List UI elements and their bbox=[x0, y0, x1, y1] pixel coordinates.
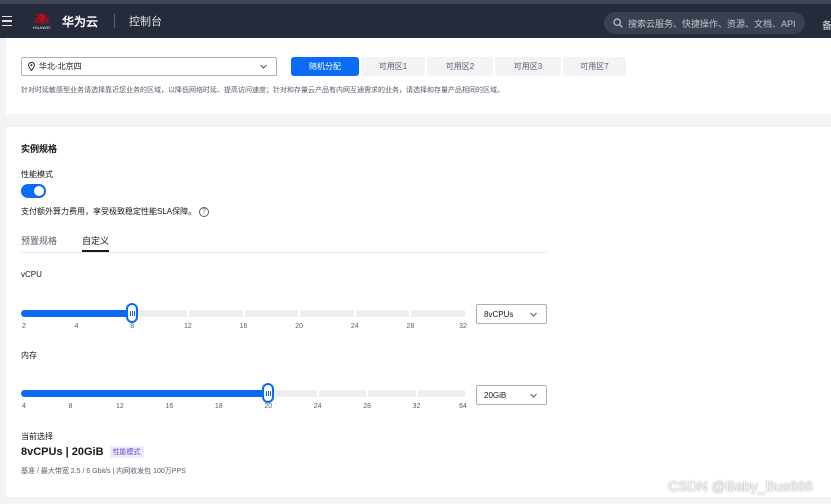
vcpu-tick-label: 20 bbox=[295, 323, 304, 330]
perf-mode-description: 支付额外算力费用，享受极致稳定性能SLA保障。 ? bbox=[21, 206, 210, 217]
memory-slider-handle[interactable] bbox=[262, 383, 275, 403]
vcpu-slider-segment[interactable] bbox=[188, 310, 243, 317]
memory-label: 内存 bbox=[21, 351, 37, 360]
memory-tick-label: 18 bbox=[214, 403, 223, 410]
memory-tick-label: 20 bbox=[264, 403, 273, 410]
az-button-3[interactable]: 可用区3 bbox=[495, 57, 561, 76]
region-value: 华北-北京四 bbox=[39, 62, 82, 71]
vcpu-slider-segment[interactable] bbox=[133, 310, 187, 317]
memory-tick-label: 12 bbox=[115, 403, 124, 410]
huawei-logo[interactable]: HUAWEI bbox=[32, 12, 52, 30]
memory-dropdown-value: 20GiB bbox=[484, 390, 507, 400]
vcpu-tick-label: 12 bbox=[183, 323, 192, 330]
vcpu-slider-fill bbox=[21, 310, 133, 317]
console-link[interactable]: 控制台 bbox=[129, 13, 162, 29]
vcpu-slider-segment[interactable] bbox=[355, 310, 410, 317]
perf-mode-label: 性能模式 bbox=[21, 170, 53, 179]
search-icon bbox=[613, 18, 623, 28]
current-selection: 8vCPUs | 20GiB 性能模式 bbox=[21, 446, 144, 458]
chevron-down-icon bbox=[530, 393, 537, 398]
active-tab-indicator bbox=[82, 250, 109, 252]
top-navigation-bar: HUAWEI 华为云 控制台 搜索云服务、快捷操作、资源、文档、API 备 bbox=[0, 0, 831, 38]
vcpu-slider-handle[interactable] bbox=[126, 303, 139, 323]
search-placeholder: 搜索云服务、快捷操作、资源、文档、API bbox=[628, 18, 796, 29]
vcpu-tick-label: 24 bbox=[350, 323, 359, 330]
search-input[interactable]: 搜索云服务、快捷操作、资源、文档、API bbox=[604, 12, 805, 34]
vcpu-slider-segment[interactable] bbox=[244, 310, 299, 317]
vcpu-dropdown[interactable]: 8vCPUs bbox=[476, 304, 547, 324]
divider bbox=[114, 14, 116, 28]
memory-tick-label: 28 bbox=[363, 403, 372, 410]
region-card: 华北-北京四 随机分配 可用区1 可用区2 可用区3 可用区7 针对时延敏感型业… bbox=[6, 38, 831, 114]
memory-dropdown[interactable]: 20GiB bbox=[476, 385, 547, 405]
instance-spec-card: 实例规格 性能模式 支付额外算力费用，享受极致稳定性能SLA保障。 ? 预置规格… bbox=[6, 127, 831, 497]
memory-slider-segment[interactable] bbox=[269, 390, 317, 397]
logo-wordmark: HUAWEI bbox=[33, 25, 51, 30]
memory-tick-label: 64 bbox=[459, 403, 467, 410]
tabs-divider bbox=[21, 252, 547, 253]
vcpu-slider-segment[interactable] bbox=[300, 310, 354, 317]
memory-slider[interactable] bbox=[21, 383, 466, 403]
vcpu-tick-label: 4 bbox=[74, 323, 79, 330]
vcpu-slider[interactable] bbox=[21, 303, 466, 323]
memory-slider-segment[interactable] bbox=[368, 390, 416, 397]
memory-tick-label: 24 bbox=[313, 403, 322, 410]
vcpu-tick-label: 32 bbox=[459, 323, 467, 330]
brand-name[interactable]: 华为云 bbox=[62, 13, 98, 30]
memory-tick-label: 32 bbox=[412, 403, 421, 410]
section-title: 实例规格 bbox=[21, 144, 58, 154]
perf-mode-toggle[interactable] bbox=[21, 184, 46, 198]
perf-desc-text: 支付额外算力费用，享受极致稳定性能SLA保障。 bbox=[21, 207, 197, 216]
az-button-1[interactable]: 可用区1 bbox=[361, 57, 425, 76]
menu-icon[interactable] bbox=[2, 15, 20, 27]
tab-custom[interactable]: 自定义 bbox=[82, 234, 109, 247]
vcpu-slider-segment[interactable] bbox=[411, 310, 465, 317]
vcpu-label: vCPU bbox=[21, 270, 42, 279]
help-icon[interactable]: ? bbox=[199, 206, 210, 217]
location-pin-icon bbox=[28, 62, 35, 71]
memory-slider-segment[interactable] bbox=[417, 390, 465, 397]
region-tip: 针对时延敏感型业务请选择靠近您业务的区域，以降低网络时延、提高访问速度；针对和存… bbox=[21, 87, 504, 94]
chevron-down-icon bbox=[530, 312, 537, 317]
bandwidth-detail: 基准 / 最大带宽 2.5 / 6 Gbit/s | 内网收发包 100万PPS bbox=[21, 468, 186, 475]
tab-preset[interactable]: 预置规格 bbox=[21, 234, 57, 247]
memory-slider-fill bbox=[21, 390, 269, 397]
memory-tick-label: 4 bbox=[22, 403, 26, 410]
vcpu-tick-label: 16 bbox=[239, 323, 248, 330]
memory-slider-segment[interactable] bbox=[318, 390, 367, 397]
perf-mode-badge: 性能模式 bbox=[109, 446, 144, 458]
vcpu-dropdown-value: 8vCPUs bbox=[484, 309, 514, 319]
region-select[interactable]: 华北-北京四 bbox=[21, 57, 277, 76]
vcpu-tick-label: 2 bbox=[22, 323, 26, 330]
current-selection-summary: 8vCPUs | 20GiB bbox=[21, 446, 104, 458]
chevron-down-icon bbox=[260, 64, 267, 69]
watermark: CSDN @Baby_Bus666 bbox=[668, 478, 813, 494]
memory-tick-label: 16 bbox=[165, 403, 174, 410]
vcpu-tick-label: 28 bbox=[406, 323, 415, 330]
current-selection-label: 当前选择 bbox=[21, 432, 53, 441]
az-button-7[interactable]: 可用区7 bbox=[563, 57, 626, 76]
vcpu-tick-label: 8 bbox=[130, 323, 135, 330]
az-button-random[interactable]: 随机分配 bbox=[291, 57, 359, 76]
topbar-right-item[interactable]: 备 bbox=[822, 17, 831, 32]
az-button-2[interactable]: 可用区2 bbox=[427, 57, 493, 76]
huawei-logo-icon bbox=[33, 13, 51, 24]
memory-tick-label: 8 bbox=[68, 403, 73, 410]
